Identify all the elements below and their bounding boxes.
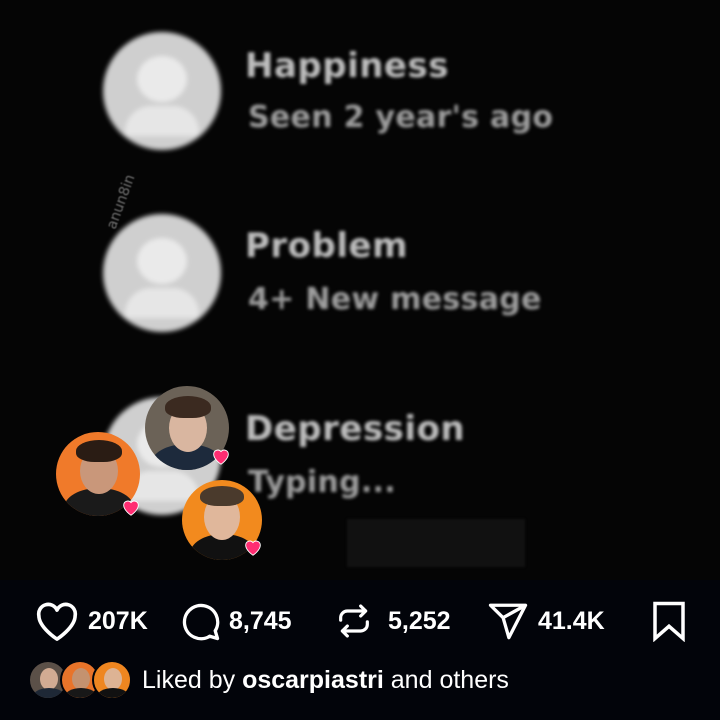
comment-button[interactable]: 8,745 (179, 594, 292, 648)
bookmark-icon (653, 601, 685, 642)
heart-icon (245, 540, 261, 556)
chat-avatar (103, 214, 221, 332)
share-count: 41.4K (538, 606, 605, 635)
avatar (92, 660, 132, 700)
heart-icon (36, 602, 78, 641)
share-icon (488, 603, 528, 640)
chat-status: 4+ New message (248, 282, 542, 317)
share-button[interactable]: 41.4K (486, 594, 605, 648)
chat-row-problem: Problem 4+ New message (0, 212, 720, 352)
chat-status: Seen 2 year's ago (248, 100, 554, 135)
chat-name: Happiness (245, 46, 449, 86)
repost-button[interactable]: 5,252 (334, 594, 451, 648)
comment-count: 8,745 (229, 606, 292, 635)
liked-by-row[interactable]: Liked by oscarpiastri and others (28, 658, 509, 702)
action-bar: 207K 8,745 5,252 41.4K Liked by oscarpia… (0, 580, 720, 720)
heart-icon (123, 500, 139, 516)
liked-by-user-link[interactable]: oscarpiastri (242, 666, 384, 694)
repost-count: 5,252 (388, 606, 451, 635)
chat-avatar (103, 32, 221, 150)
liked-by-prefix: Liked by (142, 665, 236, 694)
liked-by-suffix: and others (390, 665, 509, 694)
comment-icon (182, 603, 220, 641)
repost-icon (339, 604, 369, 638)
chat-name: Depression (245, 409, 466, 449)
bookmark-button[interactable] (650, 594, 688, 648)
chat-row-happiness: Happiness Seen 2 year's ago (0, 30, 720, 170)
heart-icon (213, 449, 229, 465)
post-image[interactable]: Happiness Seen 2 year's ago Problem 4+ N… (0, 0, 720, 580)
blurred-box (347, 519, 525, 567)
like-count: 207K (88, 606, 148, 635)
liked-by-avatars (28, 660, 132, 700)
chat-name: Problem (245, 226, 409, 266)
like-button[interactable]: 207K (34, 594, 148, 648)
liked-by-text: Liked by oscarpiastri and others (142, 666, 509, 695)
chat-status: Typing... (248, 465, 396, 500)
